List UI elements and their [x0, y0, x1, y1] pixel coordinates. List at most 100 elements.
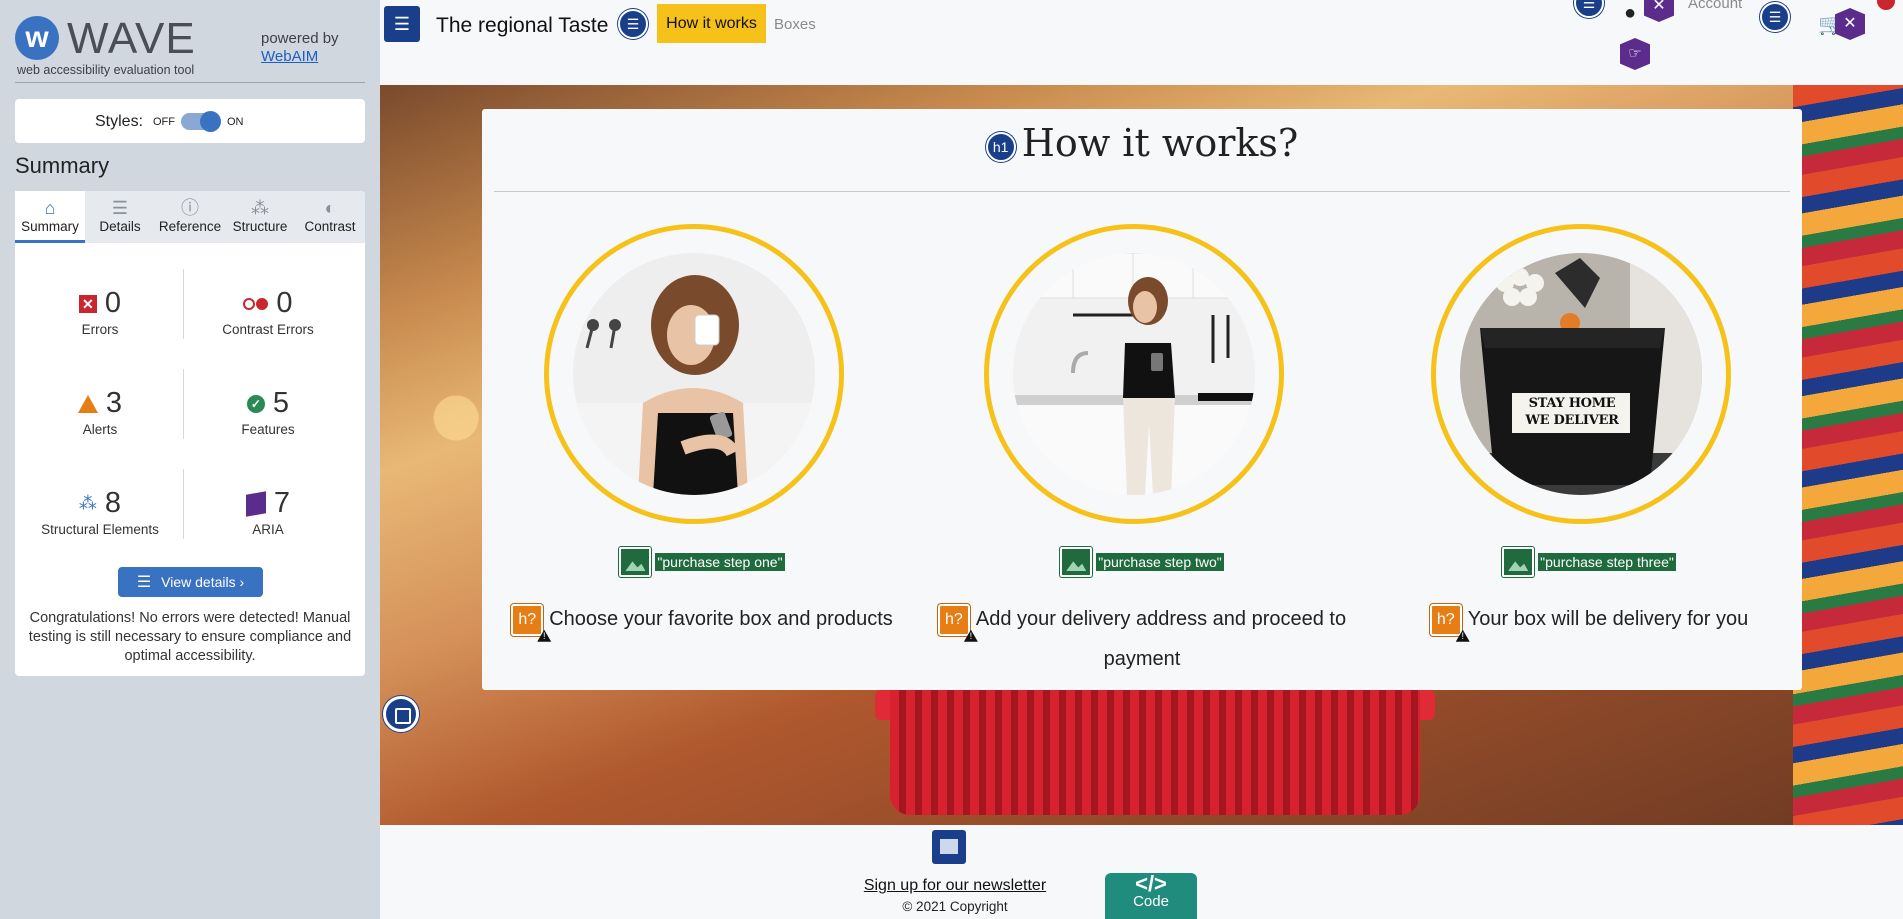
- summary-panel: ⌂ Summary ☰ Details ⓘ Reference ⁂ Struct…: [15, 191, 365, 676]
- list-icon[interactable]: ☰: [618, 9, 648, 39]
- list-icon[interactable]: ☰: [1574, 0, 1604, 18]
- nav-account[interactable]: Account: [1688, 0, 1742, 12]
- tab-label: Structure: [232, 219, 288, 234]
- view-details-label: View details ›: [161, 574, 245, 590]
- stat-features[interactable]: ✓ 5 Features: [188, 387, 348, 437]
- image-alt-icon: [619, 547, 652, 577]
- step-description: h?Your box will be delivery for you: [1369, 599, 1809, 639]
- tab-label: Summary: [21, 219, 79, 234]
- image-alt-icon: [1060, 547, 1093, 577]
- site-viewport: ☰ The regional Taste ☰ How it works Boxe…: [380, 0, 1903, 919]
- code-toggle-button[interactable]: </> Code: [1105, 873, 1197, 919]
- contrast-errors-label: Contrast Errors: [222, 322, 314, 337]
- tab-summary[interactable]: ⌂ Summary: [15, 191, 85, 243]
- user-icon[interactable]: ●: [1624, 2, 1636, 25]
- styles-toggle-box: Styles: OFF ON: [15, 99, 365, 143]
- tab-label: Reference: [158, 219, 222, 234]
- aria-close-icon[interactable]: ✕: [1644, 0, 1674, 22]
- list-icon: ☰: [136, 574, 152, 591]
- congrats-message: Congratulations! No errors were detected…: [28, 610, 352, 664]
- basket-image: [890, 690, 1420, 815]
- image-alt-icon: [1502, 547, 1535, 577]
- webaim-link[interactable]: WebAIM: [261, 48, 339, 66]
- step-text: Your box will be delivery for you: [1467, 608, 1749, 630]
- info-icon: ⓘ: [181, 198, 199, 218]
- document-icon[interactable]: ☰: [384, 6, 420, 42]
- tab-structure[interactable]: ⁂ Structure: [225, 191, 295, 243]
- aria-icon: [245, 490, 266, 517]
- code-label: Code: [1133, 893, 1169, 910]
- styles-label: Styles:: [95, 113, 144, 130]
- delivery-bag-photo: STAY HOME WE DELIVER: [1460, 253, 1702, 495]
- wave-logo-icon: w: [15, 16, 59, 60]
- hierarchy-icon: ⁂: [251, 198, 269, 218]
- hero-stripes-decor: [1793, 85, 1903, 825]
- powered-by: powered by WebAIM: [261, 30, 339, 66]
- nav-boxes[interactable]: Boxes: [774, 16, 816, 33]
- styles-on-label: ON: [227, 116, 244, 128]
- errors-count: 0: [104, 287, 122, 319]
- tab-details[interactable]: ☰ Details: [85, 191, 155, 243]
- nav-how-it-works[interactable]: How it works: [657, 4, 766, 43]
- alt-text-label: "purchase step three": [1538, 553, 1676, 571]
- aria-count: 7: [273, 487, 291, 519]
- stat-alerts[interactable]: 3 Alerts: [20, 387, 180, 437]
- how-it-works-card: h1 How it works? "purchase step one" h? …: [482, 109, 1802, 690]
- divider: [15, 82, 365, 83]
- features-label: Features: [241, 422, 295, 437]
- page-title: h1 How it works?: [482, 121, 1802, 165]
- wave-tagline: web accessibility evaluation tool: [17, 63, 195, 77]
- code-icon: </>: [1135, 871, 1167, 896]
- tab-label: Contrast: [304, 219, 356, 234]
- alt-text-row: "purchase step two": [922, 547, 1362, 577]
- alt-text-label: "purchase step two": [1096, 553, 1224, 571]
- possible-heading-icon: h?: [937, 603, 970, 636]
- possible-heading-icon: h?: [1429, 603, 1462, 636]
- toggle-knob: [200, 111, 221, 132]
- wave-sidebar: w WAVE web accessibility evaluation tool…: [0, 0, 380, 919]
- feature-check-icon: ✓: [246, 394, 265, 413]
- summary-heading: Summary: [15, 153, 110, 178]
- bag-print-text: STAY HOME WE DELIVER: [1525, 396, 1619, 428]
- stat-errors[interactable]: ✕ 0 Errors: [20, 287, 180, 337]
- navbar: ☰ The regional Taste ☰ How it works Boxe…: [380, 0, 1903, 85]
- tab-reference[interactable]: ⓘ Reference: [155, 191, 225, 243]
- structure-icon: ⁂: [78, 493, 97, 513]
- footer-region-icon: [932, 830, 966, 864]
- structural-count: 8: [104, 487, 122, 519]
- notification-dot: [1877, 0, 1895, 10]
- stat-aria[interactable]: 7 ARIA: [188, 487, 348, 537]
- divider: [183, 369, 184, 439]
- woman-drinking-illustration: [573, 253, 815, 495]
- step-ring: [544, 224, 844, 524]
- contrast-error-icon: [243, 297, 269, 310]
- features-count: 5: [272, 387, 290, 419]
- tab-label: Details: [99, 219, 141, 234]
- list-icon[interactable]: ☰: [1760, 2, 1790, 32]
- divider: [183, 469, 184, 539]
- view-details-button[interactable]: ☰ View details ›: [118, 567, 263, 597]
- structural-label: Structural Elements: [41, 522, 159, 537]
- alt-text-row: "purchase step one": [482, 547, 922, 577]
- alerts-label: Alerts: [82, 422, 118, 437]
- tab-contrast[interactable]: ◐ Contrast: [295, 191, 365, 243]
- aria-label: ARIA: [252, 522, 284, 537]
- newsletter-link[interactable]: Sign up for our newsletter: [800, 877, 1110, 895]
- step-text: Add your delivery address and proceed to…: [975, 608, 1347, 670]
- step-description: h?Add your delivery address and proceed …: [922, 599, 1362, 679]
- possible-heading-icon: h?: [511, 603, 544, 636]
- stat-contrast-errors[interactable]: 0 Contrast Errors: [188, 287, 348, 337]
- delivery-bag-illustration: [1460, 253, 1702, 495]
- contrast-icon: ◐: [324, 198, 336, 218]
- aria-close-icon[interactable]: ✕: [1835, 8, 1865, 40]
- tab-bar: ⌂ Summary ☰ Details ⓘ Reference ⁂ Struct…: [15, 191, 365, 243]
- stat-structural[interactable]: ⁂ 8 Structural Elements: [20, 487, 180, 537]
- woman-drinking-photo: [573, 253, 815, 495]
- home-icon: ⌂: [44, 198, 56, 218]
- error-icon: ✕: [78, 294, 97, 313]
- divider: [494, 191, 1790, 192]
- brand-name[interactable]: The regional Taste: [436, 14, 608, 38]
- styles-toggle[interactable]: [181, 111, 221, 132]
- skip-link-icon[interactable]: [383, 696, 419, 732]
- h1-badge-icon: h1: [985, 131, 1016, 162]
